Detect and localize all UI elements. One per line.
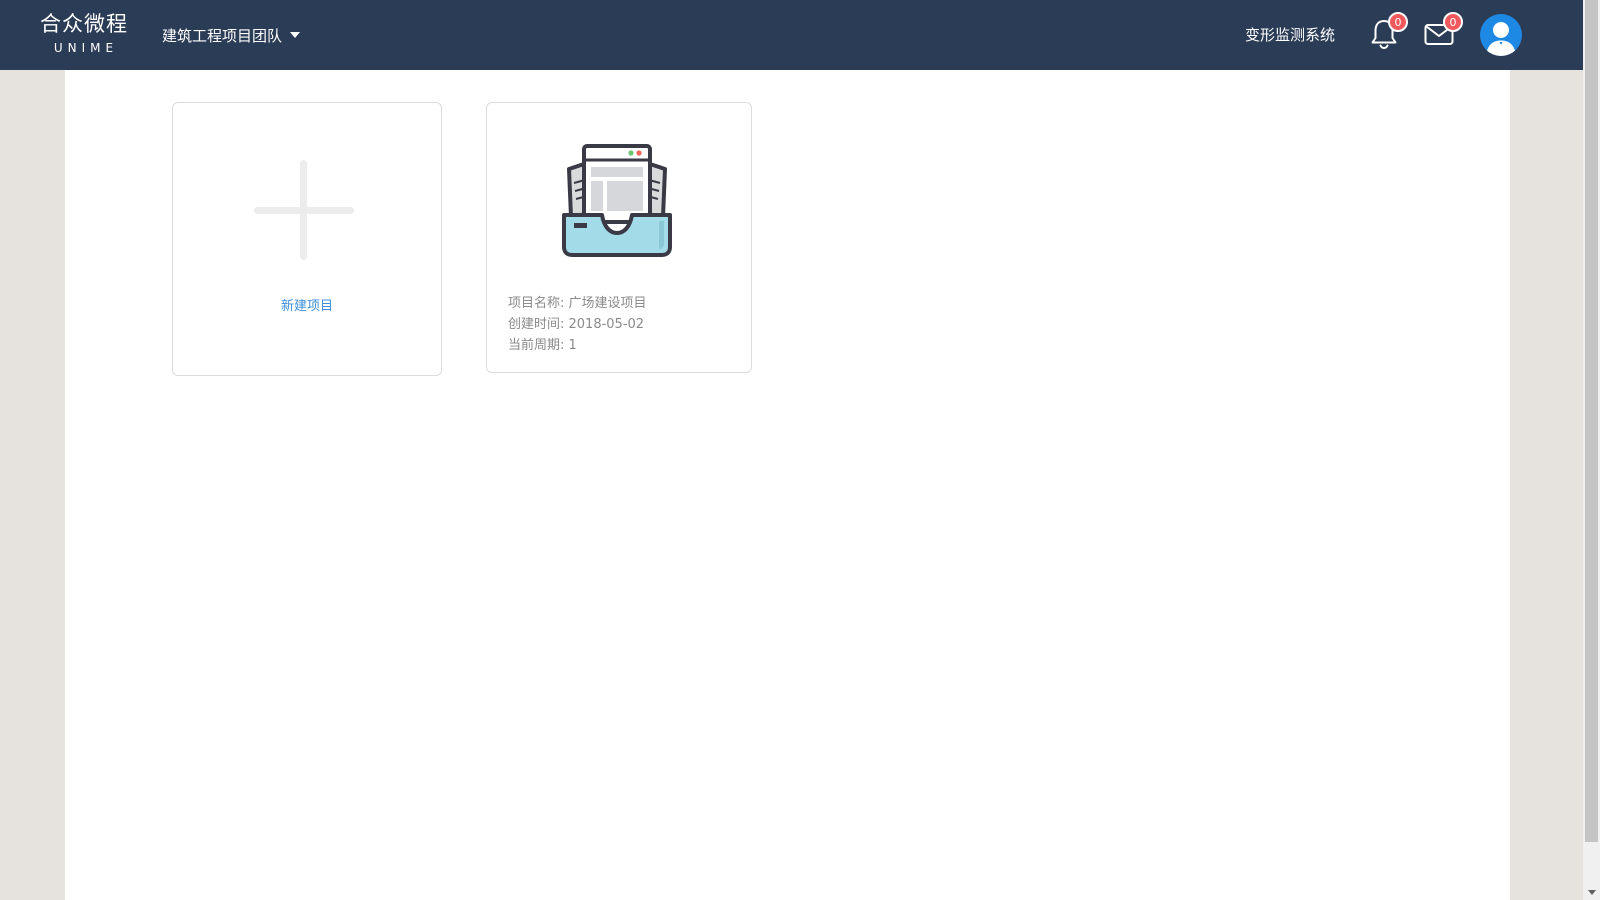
team-selector-dropdown[interactable]: 建筑工程项目团队 — [162, 22, 301, 48]
project-card[interactable]: 项目名称: 广场建设项目 创建时间: 2018-05-02 当前周期: 1 — [486, 102, 752, 373]
logo-english-text: UNIME — [53, 41, 119, 55]
vertical-scrollbar[interactable] — [1583, 0, 1600, 900]
main-content: 新建项目 项目名称: 广场建设项目 创建时间: 2018-05-02 当前周期:… — [65, 70, 1510, 900]
message-count-badge: 0 — [1443, 12, 1463, 32]
top-navbar: 合众微程 UNIME 建筑工程项目团队 变形监测系统 0 0 — [0, 0, 1583, 70]
new-project-label[interactable]: 新建项目 — [173, 295, 441, 314]
user-avatar-icon — [1486, 22, 1516, 56]
project-current-period: 当前周期: 1 — [508, 338, 577, 353]
notifications-button[interactable]: 0 — [1366, 12, 1408, 52]
plus-icon-vertical — [300, 160, 307, 260]
logo-chinese-text: 合众微程 — [40, 12, 128, 36]
deformation-monitoring-system-link[interactable]: 变形监测系统 — [1245, 24, 1335, 45]
brand-logo[interactable]: 合众微程 UNIME — [36, 10, 132, 56]
project-created-date: 创建时间: 2018-05-02 — [508, 317, 645, 332]
new-project-card[interactable]: 新建项目 — [172, 102, 442, 376]
notification-count-badge: 0 — [1388, 12, 1408, 32]
project-name: 项目名称: 广场建设项目 — [508, 296, 647, 311]
user-avatar[interactable] — [1480, 14, 1522, 56]
inbox-documents-icon — [562, 144, 672, 257]
messages-button[interactable]: 0 — [1421, 12, 1463, 52]
project-info: 项目名称: 广场建设项目 创建时间: 2018-05-02 当前周期: 1 — [508, 293, 647, 356]
caret-down-icon — [290, 32, 301, 38]
scrollbar-thumb[interactable] — [1585, 0, 1598, 842]
scroll-down-arrow-icon[interactable] — [1583, 884, 1600, 900]
team-name: 建筑工程项目团队 — [162, 26, 283, 45]
